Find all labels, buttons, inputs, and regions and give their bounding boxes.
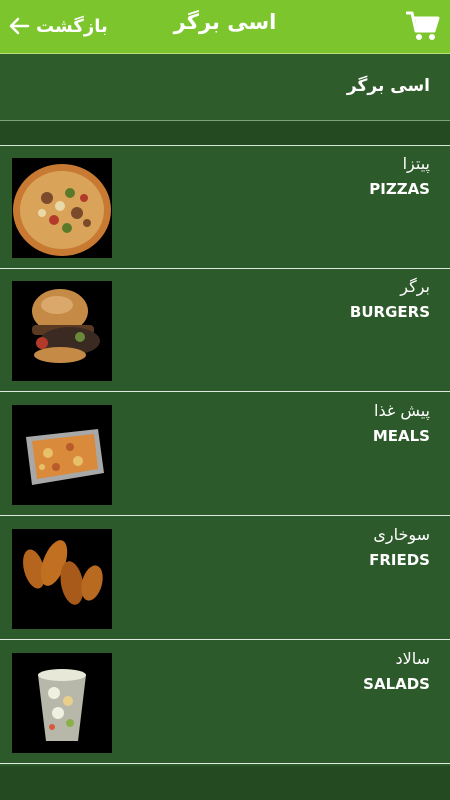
restaurant-name: اسی برگر: [346, 76, 430, 96]
bottom-band: [0, 766, 450, 800]
category-frieds[interactable]: سوخاری FRIEDS: [0, 517, 450, 640]
category-salads[interactable]: سالاد SALADS: [0, 641, 450, 764]
category-burgers[interactable]: برگر BURGERS: [0, 269, 450, 392]
restaurant-header: اسی برگر: [0, 54, 450, 121]
category-title-en: BURGERS: [349, 303, 430, 321]
fried-image: [12, 529, 112, 629]
category-title-en: SALADS: [363, 675, 430, 693]
top-bar: بازگشت اسی برگر: [0, 0, 450, 54]
pizza-image: [12, 158, 112, 258]
category-title-fa: پیش غذا: [374, 401, 430, 420]
category-meals[interactable]: پیش غذا MEALS: [0, 393, 450, 516]
category-title-fa: سوخاری: [373, 525, 430, 544]
category-title-en: PIZZAS: [369, 180, 430, 198]
burger-image: [12, 281, 112, 381]
salad-image: [12, 653, 112, 753]
category-title-fa: پیتزا: [402, 154, 430, 173]
divider-band: [0, 121, 450, 146]
meal-image: [12, 405, 112, 505]
cart-icon[interactable]: [406, 9, 440, 43]
category-title-fa: سالاد: [395, 649, 430, 668]
category-title-fa: برگر: [400, 277, 430, 296]
category-title-en: FRIEDS: [369, 551, 430, 569]
category-pizzas[interactable]: پیتزا PIZZAS: [0, 146, 450, 269]
page-title: اسی برگر: [173, 10, 277, 34]
category-title-en: MEALS: [372, 427, 430, 445]
